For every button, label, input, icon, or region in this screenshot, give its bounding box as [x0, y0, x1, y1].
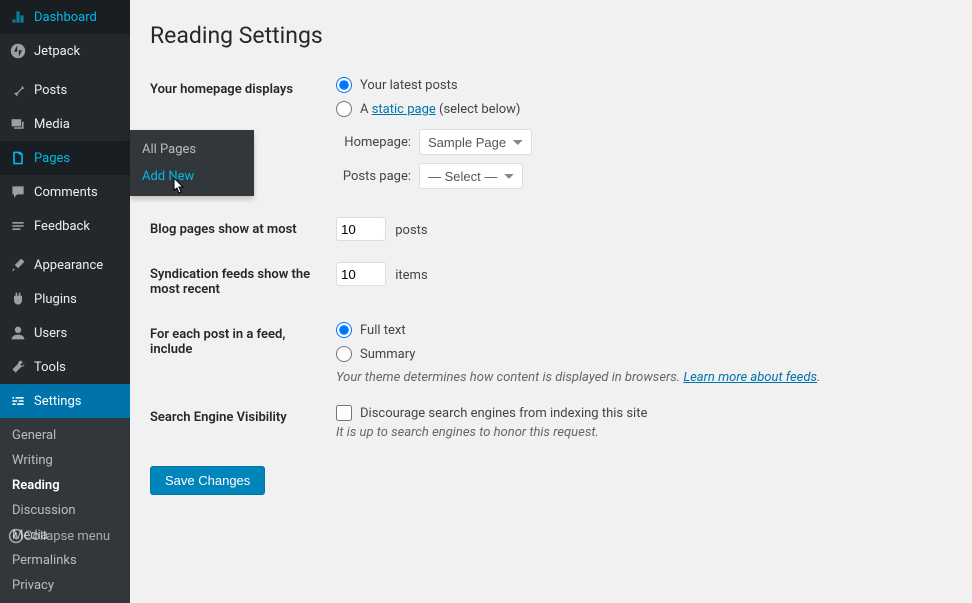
- feed-fulltext-label: Full text: [360, 323, 406, 338]
- submenu-reading[interactable]: Reading: [0, 473, 130, 498]
- homepage-latest-radio[interactable]: [336, 77, 352, 93]
- sidebar-item-settings[interactable]: Settings: [0, 384, 130, 418]
- brush-icon: [8, 255, 28, 275]
- feedback-icon: [8, 216, 28, 236]
- collapse-label: Collapse menu: [24, 529, 110, 544]
- blog-pages-input[interactable]: [336, 217, 386, 241]
- jetpack-icon: [8, 41, 28, 61]
- sidebar-item-plugins[interactable]: Plugins: [0, 282, 130, 316]
- postspage-select[interactable]: — Select —: [419, 163, 523, 189]
- search-engine-desc: It is up to search engines to honor this…: [336, 425, 942, 440]
- submenu-privacy[interactable]: Privacy: [0, 573, 130, 598]
- syndication-label: Syndication feeds show the most recent: [150, 252, 326, 312]
- feed-include-label: For each post in a feed, include: [150, 312, 326, 395]
- sidebar-item-label: Media: [34, 117, 70, 132]
- cursor-icon: [171, 177, 185, 195]
- collapse-menu[interactable]: Collapse menu: [0, 519, 130, 552]
- sidebar-item-tools[interactable]: Tools: [0, 350, 130, 384]
- tool-icon: [8, 357, 28, 377]
- syndication-suffix: items: [395, 268, 427, 283]
- media-icon: [8, 114, 28, 134]
- syndication-input[interactable]: [336, 262, 386, 286]
- sidebar-item-label: Dashboard: [34, 10, 97, 25]
- sidebar-item-label: Jetpack: [34, 44, 80, 59]
- sidebar-item-label: Pages: [34, 151, 70, 166]
- sidebar-item-jetpack[interactable]: Jetpack: [0, 34, 130, 68]
- settings-submenu: General Writing Reading Discussion Media…: [0, 418, 130, 603]
- homepage-select[interactable]: Sample Page: [419, 129, 532, 155]
- search-engine-checkbox[interactable]: [336, 405, 352, 421]
- sidebar-item-media[interactable]: Media: [0, 107, 130, 141]
- feed-fulltext-radio[interactable]: [336, 322, 352, 338]
- sidebar-item-label: Comments: [34, 185, 98, 200]
- homepage-latest-label: Your latest posts: [360, 78, 458, 93]
- sidebar-item-label: Feedback: [34, 219, 90, 234]
- homepage-select-label: Homepage:: [336, 135, 411, 150]
- main-content: Reading Settings Your homepage displays …: [130, 0, 972, 552]
- blog-pages-label: Blog pages show at most: [150, 207, 326, 252]
- sidebar-item-users[interactable]: Users: [0, 316, 130, 350]
- feed-summary-radio[interactable]: [336, 346, 352, 362]
- feed-summary-label: Summary: [360, 347, 415, 362]
- submenu-writing[interactable]: Writing: [0, 448, 130, 473]
- save-button[interactable]: Save Changes: [150, 466, 265, 495]
- sidebar-item-posts[interactable]: Posts: [0, 73, 130, 107]
- static-page-link[interactable]: static page: [372, 102, 436, 117]
- sidebar-item-label: Posts: [34, 83, 67, 98]
- sidebar-item-pages[interactable]: Pages: [0, 141, 130, 175]
- homepage-static-label: A static page (select below): [360, 102, 520, 117]
- dashboard-icon: [8, 7, 28, 27]
- page-title: Reading Settings: [150, 22, 952, 49]
- sidebar-item-label: Plugins: [34, 292, 77, 307]
- search-engine-checkbox-label: Discourage search engines from indexing …: [360, 406, 647, 421]
- admin-sidebar: Dashboard Jetpack Posts Media Pages Comm…: [0, 0, 130, 552]
- feed-desc: Your theme determines how content is dis…: [336, 370, 942, 385]
- settings-icon: [8, 391, 28, 411]
- sidebar-item-label: Users: [34, 326, 67, 341]
- learn-feeds-link[interactable]: Learn more about feeds: [683, 370, 817, 385]
- settings-form: Your homepage displays Your latest posts…: [150, 67, 952, 450]
- homepage-static-radio[interactable]: [336, 101, 352, 117]
- plugin-icon: [8, 289, 28, 309]
- sidebar-item-feedback[interactable]: Feedback: [0, 209, 130, 243]
- comment-icon: [8, 182, 28, 202]
- pin-icon: [8, 80, 28, 100]
- sidebar-item-label: Settings: [34, 394, 81, 409]
- page-icon: [8, 148, 28, 168]
- sidebar-item-dashboard[interactable]: Dashboard: [0, 0, 130, 34]
- search-engine-label: Search Engine Visibility: [150, 395, 326, 450]
- sidebar-item-appearance[interactable]: Appearance: [0, 248, 130, 282]
- collapse-icon: [8, 528, 24, 544]
- user-icon: [8, 323, 28, 343]
- sidebar-item-comments[interactable]: Comments: [0, 175, 130, 209]
- blog-pages-suffix: posts: [395, 223, 427, 238]
- submenu-general[interactable]: General: [0, 423, 130, 448]
- sidebar-item-label: Tools: [34, 360, 66, 375]
- sidebar-item-label: Appearance: [34, 258, 103, 273]
- postspage-select-label: Posts page:: [336, 169, 411, 184]
